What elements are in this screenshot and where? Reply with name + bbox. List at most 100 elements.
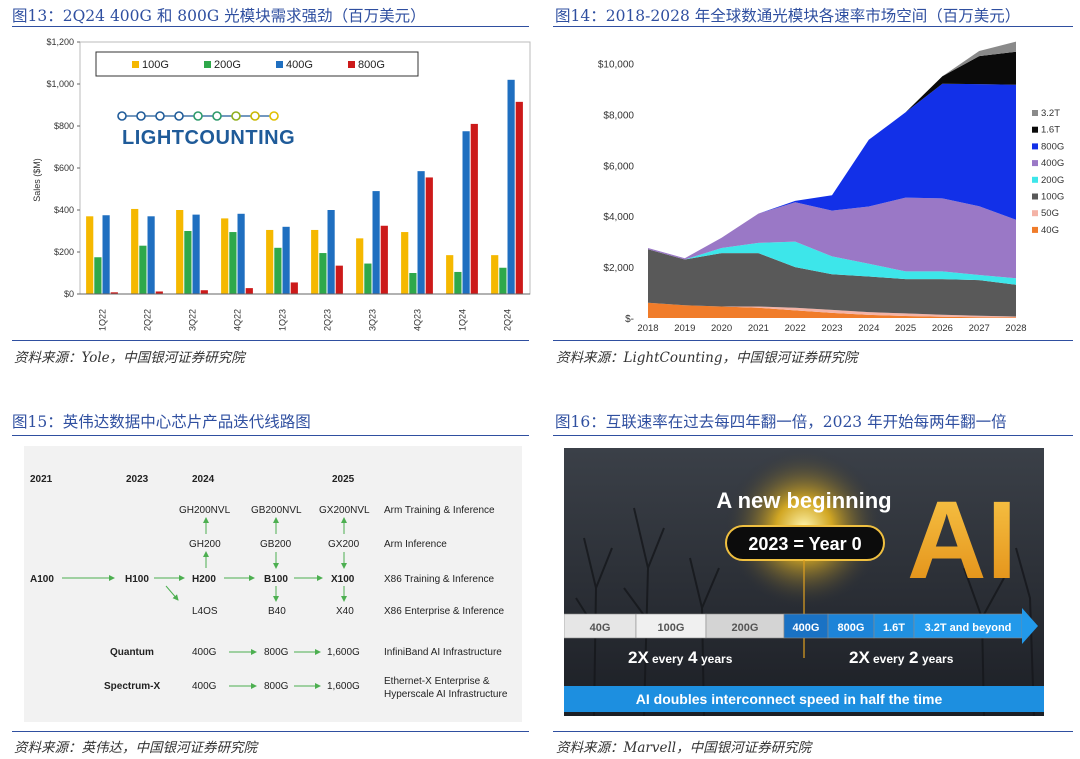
fig13-legend-swatch bbox=[132, 61, 139, 68]
fig13-legend-swatch bbox=[204, 61, 211, 68]
fig14-x-tick-label: 2021 bbox=[748, 323, 769, 334]
rate-right-unit: years bbox=[922, 652, 954, 666]
fig13-bar-800g-1q23 bbox=[290, 282, 298, 294]
fig13-bar-100g-1q24 bbox=[446, 255, 454, 294]
fig13-bar-400g-2q24 bbox=[507, 79, 515, 294]
fig13-x-tick-label: 4Q22 bbox=[233, 309, 243, 331]
fig13-bar-800g-1q24 bbox=[470, 123, 478, 295]
fig14-y-tick-label: $- bbox=[625, 314, 634, 325]
fig13-bar-100g-1q23 bbox=[266, 229, 274, 294]
fig14-legend-label: 1.6T bbox=[1041, 125, 1060, 136]
quantum-800g: 800G bbox=[264, 647, 289, 658]
fig13-source: 资料来源：Yole，中国银河证券研究院 bbox=[14, 350, 245, 366]
fig16-source-rule bbox=[553, 731, 1073, 732]
arm-training-label: Arm Training & Inference bbox=[384, 505, 495, 516]
fig13-source-rule bbox=[12, 340, 529, 341]
h100-node: H100 bbox=[125, 574, 149, 585]
fig13-title: 图13：2Q24 400G 和 800G 光模块需求强劲（百万美元） bbox=[12, 7, 426, 25]
rate-right-every: every bbox=[873, 652, 905, 666]
fig14-legend-label: 200G bbox=[1041, 175, 1064, 186]
fig13-bar-200g-2q22 bbox=[139, 245, 147, 294]
fig14-y-tick-label: $8,000 bbox=[603, 110, 634, 121]
fig13-legend-swatch bbox=[348, 61, 355, 68]
ethernet-label-line2: Hyperscale AI Infrastructure bbox=[384, 689, 508, 700]
fig13-bar-400g-1q23 bbox=[282, 226, 290, 294]
fig13-bar-100g-4q23 bbox=[401, 232, 409, 294]
spectrum-1600g: 1,600G bbox=[327, 681, 360, 692]
fig13-y-tick-label: $400 bbox=[54, 205, 74, 215]
spectrum-800g: 800G bbox=[264, 681, 289, 692]
headline-text: A new beginning bbox=[716, 488, 891, 513]
infiniband-label: InfiniBand AI Infrastructure bbox=[384, 647, 502, 658]
year-2024: 2024 bbox=[192, 474, 215, 485]
fig14-legend-swatch bbox=[1032, 193, 1038, 200]
fig16-title-rule bbox=[553, 435, 1073, 436]
l4os-node: L4OS bbox=[192, 606, 218, 617]
fig13-bar-400g-4q22 bbox=[237, 213, 245, 294]
x86-enterprise-label: X86 Enterprise & Inference bbox=[384, 606, 505, 617]
fig14-x-tick-label: 2023 bbox=[821, 323, 842, 334]
fig13-y-tick-label: $0 bbox=[64, 289, 74, 299]
ethernet-label-line1: Ethernet-X Enterprise & bbox=[384, 676, 490, 687]
rate-right-prefix: 2X bbox=[849, 648, 870, 667]
fig14-title-rule bbox=[553, 26, 1073, 27]
ai-large-text: AI bbox=[907, 479, 1017, 602]
fig13-x-tick-label: 2Q22 bbox=[143, 309, 153, 331]
fig13-bar-400g-2q23 bbox=[327, 210, 335, 294]
fig15-source-rule bbox=[12, 731, 529, 732]
fig13-bar-400g-1q22 bbox=[102, 215, 110, 294]
logo-dot bbox=[193, 111, 203, 121]
fig13-bar-800g-3q23 bbox=[380, 225, 388, 294]
fig14-x-tick-label: 2028 bbox=[1005, 323, 1026, 334]
fig13-x-tick-label: 3Q22 bbox=[188, 309, 198, 331]
fig14-x-tick-label: 2020 bbox=[711, 323, 732, 334]
fig14-legend-swatch bbox=[1032, 176, 1038, 183]
marvell-ai-graphic: A new beginning 2023 = Year 0 AI 40G 100G… bbox=[564, 448, 1044, 716]
fig14-legend-swatch bbox=[1032, 226, 1038, 233]
year-2025: 2025 bbox=[332, 474, 355, 485]
fig14-legend-label: 800G bbox=[1041, 141, 1064, 152]
fig13-x-tick-label: 2Q24 bbox=[503, 309, 513, 331]
speed-label-4: 800G bbox=[838, 622, 865, 634]
year-badge-text: 2023 = Year 0 bbox=[748, 534, 861, 554]
logo-dot bbox=[117, 111, 127, 121]
fig13-x-tick-label: 1Q22 bbox=[98, 309, 108, 331]
fig13-bar-100g-3q22 bbox=[176, 210, 184, 294]
b40-node: B40 bbox=[268, 606, 286, 617]
fig13-bar-100g-4q22 bbox=[221, 218, 229, 294]
fig13-bar-800g-3q22 bbox=[200, 290, 208, 294]
fig13-bar-800g-2q23 bbox=[335, 265, 343, 294]
fig14-x-tick-label: 2026 bbox=[932, 323, 953, 334]
fig14-legend-label: 100G bbox=[1041, 192, 1064, 203]
speed-label-1: 100G bbox=[658, 622, 685, 634]
fig13-bar-200g-1q24 bbox=[454, 271, 462, 294]
logo-dot bbox=[155, 111, 165, 121]
quantum-label: Quantum bbox=[110, 647, 154, 658]
fig13-title-rule bbox=[12, 26, 529, 27]
fig13-bar-400g-1q24 bbox=[462, 131, 470, 294]
fig14-legend-swatch bbox=[1032, 210, 1038, 217]
logo-dot bbox=[231, 111, 241, 121]
rate-left-unit: years bbox=[701, 652, 733, 666]
b100-node: B100 bbox=[264, 574, 288, 585]
fig15-title-rule bbox=[12, 435, 529, 436]
fig13-x-tick-label: 3Q23 bbox=[368, 309, 378, 331]
fig13-bar-400g-2q22 bbox=[147, 216, 155, 294]
quantum-1600g: 1,600G bbox=[327, 647, 360, 658]
speed-label-6: 3.2T and beyond bbox=[925, 622, 1012, 634]
rate-right-num: 2 bbox=[909, 648, 918, 667]
fig13-bar-200g-4q23 bbox=[409, 273, 417, 294]
fig14-legend-label: 40G bbox=[1041, 225, 1059, 236]
speed-label-0: 40G bbox=[590, 622, 611, 634]
speed-label-2: 200G bbox=[732, 622, 759, 634]
speed-label-3: 400G bbox=[793, 622, 820, 634]
gh200-node: GH200 bbox=[189, 539, 221, 550]
speed-label-5: 1.6T bbox=[883, 622, 905, 634]
fig13-bar-800g-2q24 bbox=[515, 101, 523, 294]
fig13-bar-100g-2q24 bbox=[491, 255, 499, 294]
fig14-source: 资料来源：LightCounting，中国银河证券研究院 bbox=[556, 350, 858, 366]
fig14-x-tick-label: 2018 bbox=[637, 323, 658, 334]
rate-left-num: 4 bbox=[688, 648, 698, 667]
fig13-bar-100g-3q23 bbox=[356, 238, 364, 294]
fig16-source: 资料来源：Marvell，中国银河证券研究院 bbox=[556, 740, 812, 756]
